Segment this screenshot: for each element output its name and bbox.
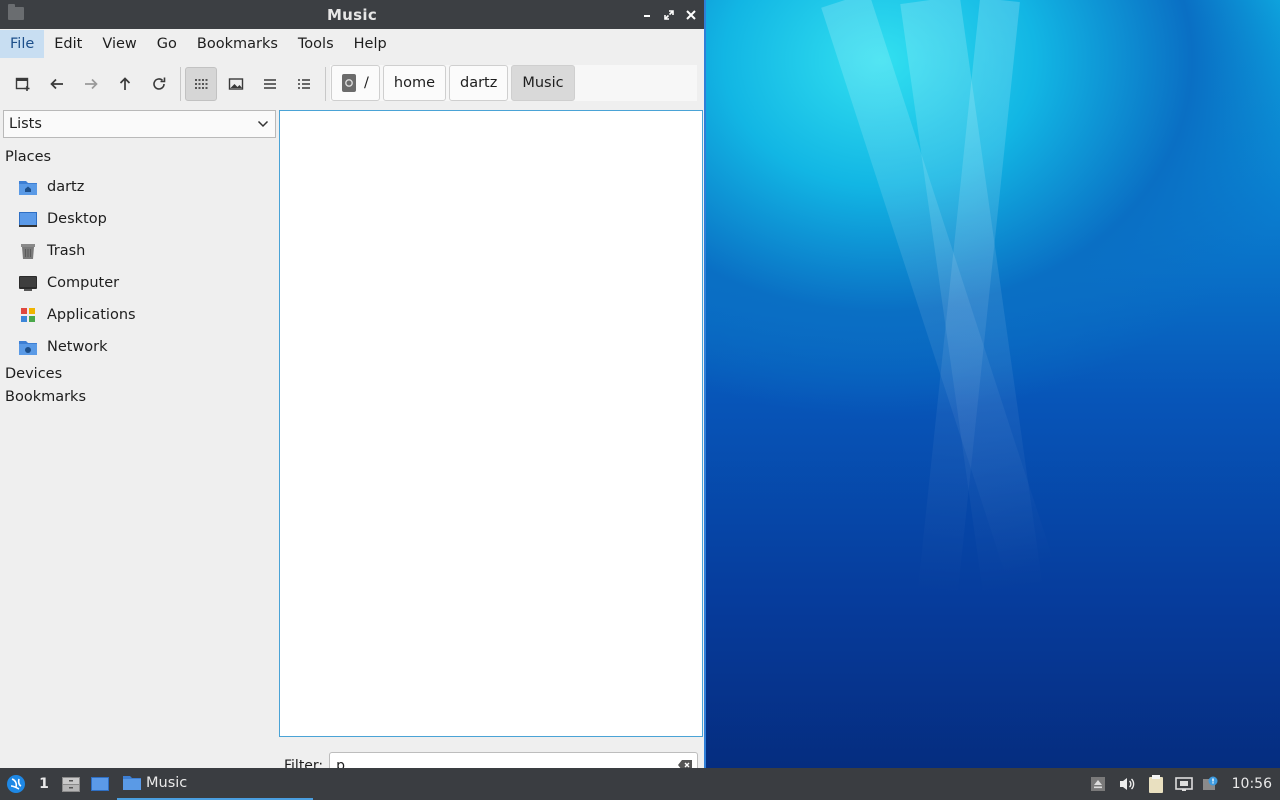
maximize-icon[interactable] — [662, 8, 676, 22]
icon-view-button[interactable] — [185, 67, 217, 101]
start-menu-icon — [7, 775, 25, 793]
file-manager-window: Music File Edit View Go Bookmarks Tools … — [0, 0, 706, 768]
back-arrow-icon — [50, 78, 63, 90]
applications-icon — [18, 305, 38, 325]
workspace-switcher[interactable]: 1 — [32, 768, 56, 800]
taskbar-window-music[interactable]: Music — [117, 768, 313, 800]
place-label: dartz — [47, 179, 85, 195]
menu-bar: File Edit View Go Bookmarks Tools Help — [0, 29, 704, 59]
new-tab-button[interactable] — [8, 68, 38, 100]
menu-tools[interactable]: Tools — [288, 30, 344, 58]
system-tray: 10:56 — [1084, 768, 1280, 800]
crumb-dartz[interactable]: dartz — [449, 65, 509, 101]
new-tab-icon — [15, 77, 30, 91]
computer-icon — [18, 273, 38, 293]
up-button[interactable] — [110, 68, 140, 100]
place-label: Trash — [47, 243, 86, 259]
network-button[interactable] — [1170, 768, 1198, 800]
place-desktop[interactable]: Desktop — [3, 203, 276, 235]
menu-bookmarks[interactable]: Bookmarks — [187, 30, 288, 58]
title-bar[interactable]: Music — [0, 0, 704, 29]
back-button[interactable] — [42, 68, 72, 100]
desktop-icon — [18, 209, 38, 229]
updates-notifier-button[interactable] — [1198, 768, 1222, 800]
volume-icon — [1119, 778, 1134, 790]
filter-bar: Filter: p — [284, 751, 698, 768]
filter-input[interactable]: p — [329, 752, 698, 768]
thumbnail-view-icon — [228, 78, 244, 90]
up-arrow-icon — [119, 77, 131, 90]
compact-view-icon — [264, 79, 276, 89]
close-icon[interactable] — [684, 8, 698, 22]
eject-button[interactable] — [1084, 768, 1112, 800]
clipboard-button[interactable] — [1142, 768, 1170, 800]
clipboard-icon — [1148, 775, 1163, 793]
place-computer[interactable]: Computer — [3, 267, 276, 299]
menu-help[interactable]: Help — [344, 30, 397, 58]
crumb-root[interactable]: / — [331, 65, 380, 101]
file-cabinet-icon — [62, 777, 80, 792]
detailed-list-view-icon — [298, 79, 310, 89]
place-trash[interactable]: Trash — [3, 235, 276, 267]
path-bar: / home dartz Music — [330, 65, 697, 101]
crumb-home[interactable]: home — [382, 65, 446, 101]
chevron-down-icon — [257, 120, 269, 128]
home-folder-icon — [18, 177, 38, 197]
side-pane-mode-value: Lists — [9, 116, 42, 132]
toolbar-separator — [180, 67, 181, 101]
taskbar: 1 Music 10:56 — [0, 768, 1280, 800]
menu-edit[interactable]: Edit — [44, 30, 92, 58]
start-menu-button[interactable] — [0, 768, 32, 800]
network-icon — [18, 337, 38, 357]
volume-button[interactable] — [1112, 768, 1142, 800]
section-places[interactable]: Places — [3, 146, 276, 169]
folder-icon — [123, 776, 141, 790]
place-label: Network — [47, 339, 108, 355]
update-notification-icon — [1202, 776, 1218, 790]
filter-value: p — [336, 758, 346, 768]
place-dartz[interactable]: dartz — [3, 171, 276, 203]
drive-icon — [342, 74, 356, 92]
reload-button[interactable] — [144, 68, 174, 100]
show-desktop-button[interactable] — [86, 768, 114, 800]
side-pane-mode-select[interactable]: Lists — [3, 110, 276, 138]
file-manager-launcher[interactable] — [56, 768, 86, 800]
forward-arrow-icon — [85, 78, 98, 90]
file-list-pane[interactable] — [279, 110, 703, 737]
menu-go[interactable]: Go — [147, 30, 187, 58]
place-network[interactable]: Network — [3, 331, 276, 363]
window-title: Music — [326, 5, 378, 24]
crumb-label: / — [364, 75, 369, 91]
reload-icon — [153, 77, 166, 90]
trash-icon — [18, 241, 38, 261]
section-bookmarks[interactable]: Bookmarks — [3, 386, 276, 409]
place-applications[interactable]: Applications — [3, 299, 276, 331]
clear-text-icon[interactable] — [677, 759, 693, 768]
toolbar-separator — [325, 67, 326, 101]
crumb-music[interactable]: Music — [511, 65, 575, 101]
detailed-list-view-button[interactable] — [289, 68, 319, 100]
section-devices[interactable]: Devices — [3, 363, 276, 386]
icon-view-icon — [195, 79, 208, 89]
clock[interactable]: 10:56 — [1232, 776, 1272, 792]
taskbar-window-label: Music — [146, 775, 188, 791]
minimize-icon[interactable] — [640, 8, 654, 22]
compact-view-button[interactable] — [255, 68, 285, 100]
desktop-icon — [91, 777, 109, 791]
place-label: Desktop — [47, 211, 107, 227]
filter-label: Filter: — [284, 758, 324, 768]
side-pane: Lists Places dartz Desktop Trash Compute… — [3, 110, 276, 760]
thumbnail-view-button[interactable] — [221, 68, 251, 100]
eject-icon — [1090, 777, 1105, 791]
toolbar: / home dartz Music — [0, 63, 704, 105]
place-label: Computer — [47, 275, 120, 291]
network-wired-icon — [1174, 777, 1193, 791]
forward-button[interactable] — [76, 68, 106, 100]
menu-view[interactable]: View — [92, 30, 146, 58]
menu-file[interactable]: File — [0, 30, 45, 58]
place-label: Applications — [47, 307, 136, 323]
